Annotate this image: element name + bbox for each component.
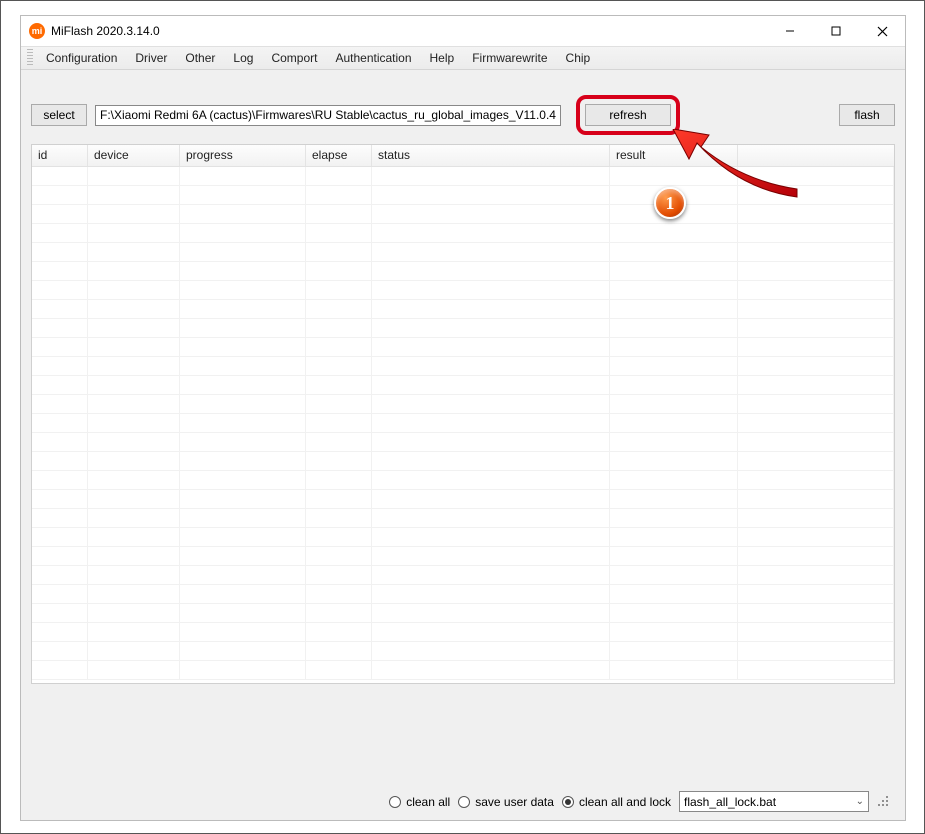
table-row[interactable] (32, 357, 894, 376)
chevron-down-icon: ⌄ (856, 796, 864, 807)
bottom-bar: clean all save user data clean all and l… (31, 785, 895, 814)
app-window: mi MiFlash 2020.3.14.0 Configuration Dri… (20, 15, 906, 821)
menu-driver[interactable]: Driver (126, 48, 176, 68)
resize-grip[interactable] (877, 795, 891, 809)
bat-file-value: flash_all_lock.bat (684, 795, 776, 809)
menubar: Configuration Driver Other Log Comport A… (21, 46, 905, 70)
table-row[interactable] (32, 642, 894, 661)
col-result[interactable]: result (610, 145, 738, 166)
flash-button[interactable]: flash (839, 104, 895, 126)
grid-header: id device progress elapse status result (32, 145, 894, 167)
table-row[interactable] (32, 452, 894, 471)
table-row[interactable] (32, 471, 894, 490)
minimize-button[interactable] (767, 16, 813, 46)
menu-help[interactable]: Help (421, 48, 464, 68)
table-row[interactable] (32, 186, 894, 205)
table-row[interactable] (32, 623, 894, 642)
titlebar: mi MiFlash 2020.3.14.0 (21, 16, 905, 46)
table-row[interactable] (32, 243, 894, 262)
close-button[interactable] (859, 16, 905, 46)
grid-body[interactable] (32, 167, 894, 683)
table-row[interactable] (32, 433, 894, 452)
radio-save-user-data[interactable]: save user data (458, 795, 554, 809)
table-row[interactable] (32, 224, 894, 243)
select-button[interactable]: select (31, 104, 87, 126)
firmware-path-input[interactable] (95, 105, 561, 126)
menu-comport[interactable]: Comport (262, 48, 326, 68)
table-row[interactable] (32, 338, 894, 357)
table-row[interactable] (32, 547, 894, 566)
menubar-grip (27, 49, 33, 67)
table-row[interactable] (32, 490, 894, 509)
annotation-step-badge: 1 (654, 187, 686, 219)
table-row[interactable] (32, 300, 894, 319)
radio-label: clean all (406, 795, 450, 809)
table-row[interactable] (32, 395, 894, 414)
window-title: MiFlash 2020.3.14.0 (51, 24, 160, 38)
refresh-button[interactable]: refresh (585, 104, 671, 126)
content-area: select refresh flash id device progress … (21, 70, 905, 820)
col-elapse[interactable]: elapse (306, 145, 372, 166)
table-row[interactable] (32, 376, 894, 395)
menu-firmwarewrite[interactable]: Firmwarewrite (463, 48, 556, 68)
table-row[interactable] (32, 528, 894, 547)
menu-log[interactable]: Log (224, 48, 262, 68)
device-grid: id device progress elapse status result (31, 144, 895, 684)
radio-clean-all[interactable]: clean all (389, 795, 450, 809)
col-device[interactable]: device (88, 145, 180, 166)
table-row[interactable] (32, 262, 894, 281)
radio-clean-all-and-lock[interactable]: clean all and lock (562, 795, 671, 809)
bat-file-select[interactable]: flash_all_lock.bat ⌄ (679, 791, 869, 812)
radio-label: clean all and lock (579, 795, 671, 809)
table-row[interactable] (32, 319, 894, 338)
menu-other[interactable]: Other (176, 48, 224, 68)
col-spacer (738, 145, 894, 166)
col-id[interactable]: id (32, 145, 88, 166)
app-icon: mi (29, 23, 45, 39)
table-row[interactable] (32, 585, 894, 604)
menu-chip[interactable]: Chip (557, 48, 600, 68)
col-status[interactable]: status (372, 145, 610, 166)
menu-configuration[interactable]: Configuration (37, 48, 126, 68)
table-row[interactable] (32, 205, 894, 224)
maximize-button[interactable] (813, 16, 859, 46)
menu-authentication[interactable]: Authentication (326, 48, 420, 68)
table-row[interactable] (32, 167, 894, 186)
radio-label: save user data (475, 795, 554, 809)
table-row[interactable] (32, 509, 894, 528)
table-row[interactable] (32, 414, 894, 433)
table-row[interactable] (32, 661, 894, 680)
table-row[interactable] (32, 281, 894, 300)
table-row[interactable] (32, 566, 894, 585)
col-progress[interactable]: progress (180, 145, 306, 166)
toolbar: select refresh flash (31, 104, 895, 126)
table-row[interactable] (32, 604, 894, 623)
